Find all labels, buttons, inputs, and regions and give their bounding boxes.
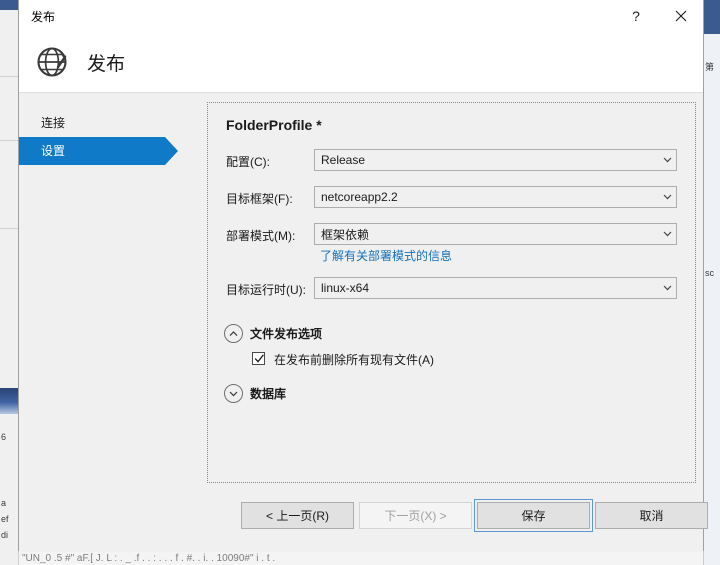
dialog-titlebar: 发布 ?	[19, 0, 703, 32]
next-button: 下一页(X) >	[359, 502, 472, 529]
background-left-titlebar	[0, 0, 18, 10]
target-framework-label: 目标框架(F):	[226, 190, 293, 207]
settings-panel: FolderProfile * 配置(C): Release 目标框架(F): …	[207, 102, 696, 483]
chevron-down-icon[interactable]	[224, 384, 243, 403]
background-right-panel: 第 sc	[703, 0, 720, 565]
close-button[interactable]	[659, 0, 703, 31]
deployment-mode-value: 框架依赖	[315, 226, 658, 243]
chevron-down-icon	[658, 194, 676, 200]
background-text-fragment: a	[1, 498, 6, 508]
help-button[interactable]: ?	[614, 0, 658, 31]
configuration-row: 配置(C): Release	[222, 149, 681, 171]
section-title: 数据库	[250, 385, 286, 402]
background-text-fragment: 6	[1, 432, 6, 442]
chevron-down-icon	[658, 285, 676, 291]
section-file-publish-options[interactable]: 文件发布选项	[224, 321, 681, 345]
background-left-panel: 6 a ef di	[0, 0, 19, 565]
chevron-up-icon[interactable]	[224, 324, 243, 343]
dialog-body: 连接 设置 FolderProfile * 配置(C): Release	[19, 93, 703, 491]
background-text-fragment: di	[1, 530, 8, 540]
sidebar-nav: 连接 设置	[19, 93, 189, 491]
delete-existing-files-checkbox[interactable]	[252, 352, 265, 365]
section-database[interactable]: 数据库	[224, 381, 681, 405]
background-text-fragment: 第	[705, 60, 714, 73]
configuration-value: Release	[315, 153, 658, 167]
globe-publish-icon	[34, 43, 72, 81]
background-left-divider	[0, 228, 18, 229]
cancel-button[interactable]: 取消	[595, 502, 708, 529]
target-runtime-dropdown[interactable]: linux-x64	[314, 277, 677, 299]
profile-name: FolderProfile *	[226, 117, 681, 133]
target-runtime-value: linux-x64	[315, 281, 658, 295]
deployment-mode-help-link[interactable]: 了解有关部署模式的信息	[320, 247, 452, 264]
background-left-selected-row	[0, 388, 18, 414]
checkmark-icon	[253, 352, 266, 365]
previous-button[interactable]: < 上一页(R)	[241, 502, 354, 529]
configuration-label: 配置(C):	[226, 153, 270, 170]
background-right-titlebar	[704, 0, 720, 34]
save-button[interactable]: 保存	[477, 502, 590, 529]
target-framework-row: 目标框架(F): netcoreapp2.2	[222, 186, 681, 208]
chevron-down-icon	[658, 157, 676, 163]
deployment-mode-dropdown[interactable]: 框架依赖	[314, 223, 677, 245]
publish-dialog: 发布 ? 发布 连接 设置	[18, 0, 704, 551]
target-runtime-label: 目标运行时(U):	[226, 281, 306, 298]
delete-existing-files-label: 在发布前删除所有现有文件(A)	[274, 351, 434, 368]
close-icon	[675, 10, 687, 22]
dialog-header: 发布	[19, 32, 703, 93]
background-text-fragment: ef	[1, 514, 9, 524]
page-title: 发布	[87, 49, 125, 76]
delete-existing-files-checkbox-row[interactable]: 在发布前删除所有现有文件(A)	[252, 351, 681, 369]
chevron-down-icon	[658, 231, 676, 237]
background-text-fragment: sc	[705, 268, 714, 278]
background-left-divider	[0, 140, 18, 141]
sidebar-item-label: 设置	[41, 144, 65, 158]
target-runtime-row: 目标运行时(U): linux-x64	[222, 277, 681, 299]
background-status-text: "UN_0 .5 #" aF.[ J. L : . _ .f . . : . .…	[22, 553, 275, 564]
sidebar-item-connection[interactable]: 连接	[19, 109, 189, 137]
sidebar-item-label: 连接	[41, 116, 65, 130]
section-title: 文件发布选项	[250, 325, 322, 342]
target-framework-value: netcoreapp2.2	[315, 190, 658, 204]
deployment-mode-row: 部署模式(M): 框架依赖 了解有关部署模式的信息	[222, 223, 681, 263]
dialog-title: 发布	[31, 8, 55, 25]
dialog-footer: < 上一页(R) 下一页(X) > 保存 取消	[19, 491, 703, 552]
question-mark-icon: ?	[632, 8, 640, 24]
target-framework-dropdown[interactable]: netcoreapp2.2	[314, 186, 677, 208]
background-left-divider	[0, 76, 18, 77]
configuration-dropdown[interactable]: Release	[314, 149, 677, 171]
sidebar-item-settings[interactable]: 设置	[19, 137, 165, 165]
deployment-mode-label: 部署模式(M):	[226, 227, 295, 244]
